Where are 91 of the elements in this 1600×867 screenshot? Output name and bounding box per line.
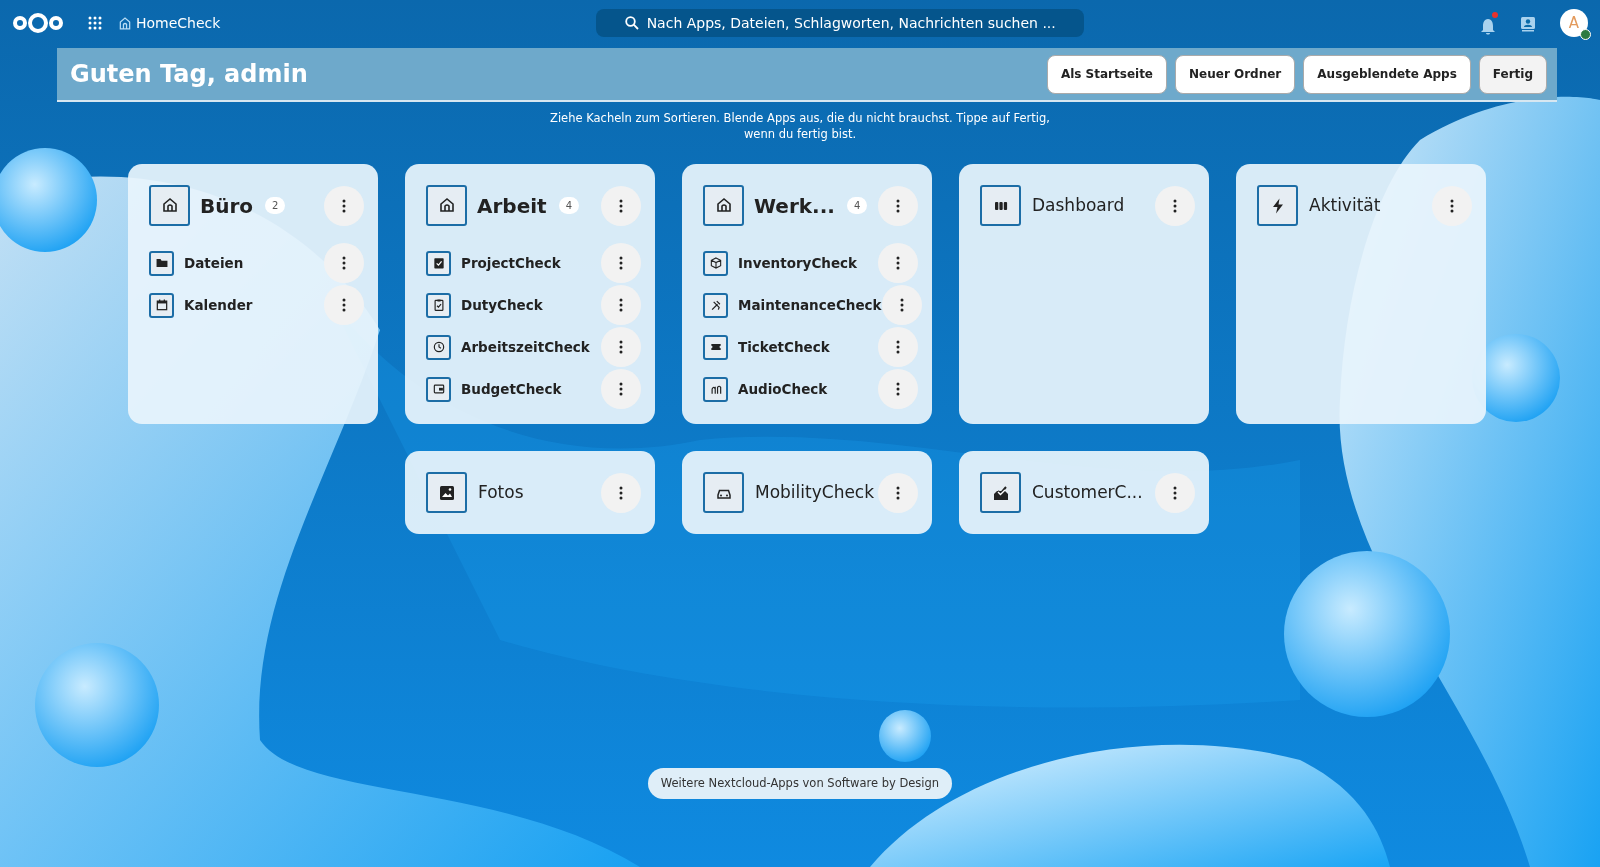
notifications-icon[interactable] [1480,14,1496,32]
more-icon [619,485,623,500]
app-grid-icon[interactable] [88,16,102,30]
more-icon [342,198,346,213]
search-icon [624,16,639,30]
more-button[interactable] [881,285,922,325]
more-icon [896,340,900,354]
folder-title: Werk... [754,192,835,220]
app-label[interactable]: BudgetCheck [461,378,562,400]
more-icon [896,382,900,396]
folder-title: Arbeit [477,192,547,220]
more-icon [619,298,623,312]
app-title: CustomerC... [1032,480,1143,504]
more-icon [619,382,623,396]
clipboard-icon [431,298,446,312]
more-icon [896,256,900,270]
folder-tile[interactable]: Arbeit 4 ProjectCheck DutyCheck ArbeitszeitCheck BudgetCheck [405,164,655,424]
home-icon [160,196,179,215]
app-tile[interactable]: Dashboard [959,164,1209,424]
more-icon [342,256,346,270]
cube-icon [708,256,723,270]
more-button[interactable] [601,285,641,325]
app-tile[interactable]: Aktivität [1236,164,1486,424]
home-icon [714,196,733,215]
app-title: Fotos [478,480,524,504]
more-button[interactable] [878,243,918,283]
app-label[interactable]: MaintenanceCheck [738,294,882,316]
app-tile[interactable]: MobilityCheck [682,451,932,534]
count-badge: 2 [265,197,286,214]
more-icon [896,198,900,213]
more-button[interactable] [601,369,641,409]
toolbar-button[interactable]: Fertig [1478,54,1547,94]
app-title: MobilityCheck [755,480,875,504]
app-tile[interactable]: Fotos [405,451,655,534]
more-icon [899,298,904,312]
app-label[interactable]: ArbeitszeitCheck [461,336,590,358]
more-button[interactable] [878,472,918,513]
more-icon [619,198,623,213]
clipboard-check-icon [431,256,446,270]
home-icon [118,15,132,31]
more-button[interactable] [324,185,364,226]
app-label[interactable]: TicketCheck [738,336,830,358]
folder-title: Büro [200,192,254,220]
hint-text: wenn du fertig bist. [742,126,858,142]
app-label[interactable]: AudioCheck [738,378,828,400]
more-icon [619,256,623,270]
more-icon [1450,198,1454,213]
calendar-icon [154,298,169,312]
more-button[interactable] [601,327,641,367]
more-button[interactable] [324,243,364,283]
image-icon [437,483,456,502]
more-button[interactable] [601,185,641,226]
app-label[interactable]: InventoryCheck [738,252,858,274]
count-badge: 4 [846,197,868,214]
app-title: Aktivität [1309,193,1381,217]
more-button[interactable] [1432,185,1472,226]
more-icon [896,485,900,500]
more-button[interactable] [878,327,918,367]
more-button[interactable] [324,285,364,325]
folder-tile[interactable]: Werk... 4 InventoryCheck MaintenanceCheck TicketCheck AudioCheck [682,164,932,424]
more-icon [1173,198,1177,213]
more-button[interactable] [878,369,918,409]
app-label[interactable]: ProjectCheck [461,252,561,274]
search-field[interactable]: Nach Apps, Dateien, Schlagworten, Nachrichten suchen ... [596,9,1085,37]
toolbar-button[interactable]: Ausgeblendete Apps [1303,54,1471,94]
more-icon [1173,485,1177,500]
logo-icon[interactable] [12,11,64,35]
app-tile[interactable]: CustomerC... [959,451,1209,534]
app-label[interactable]: Kalender [184,294,253,316]
folder-tile[interactable]: Büro 2 Dateien Kalender [128,164,378,424]
toolbar-button[interactable]: Als Startseite [1046,54,1167,94]
app-link[interactable]: HomeCheck [118,12,221,34]
toolbar-button[interactable]: Neuer Ordner [1175,54,1296,94]
count-badge: 4 [558,197,579,214]
greeting-title: Guten Tag, admin [70,59,308,89]
more-apps-link[interactable]: Weitere Nextcloud-Apps von Software by Design [647,767,953,799]
more-icon [619,340,623,354]
more-button[interactable] [601,472,641,513]
hint-text: Ziehe Kacheln zum Sortieren. Blende Apps aus, die du nicht brauchst. Tippe auf Fertig, [549,110,1051,126]
more-button[interactable] [601,243,641,283]
home-icon [437,196,456,215]
app-label[interactable]: Dateien [184,252,244,274]
more-icon [342,298,346,312]
more-button[interactable] [878,185,918,226]
wallet-icon [431,382,446,396]
app-title: Dashboard [1032,193,1125,217]
clock-icon [431,340,446,354]
more-button[interactable] [1155,185,1195,226]
folder-icon [154,256,169,270]
app-label[interactable]: DutyCheck [461,294,543,316]
more-button[interactable] [1155,472,1195,513]
